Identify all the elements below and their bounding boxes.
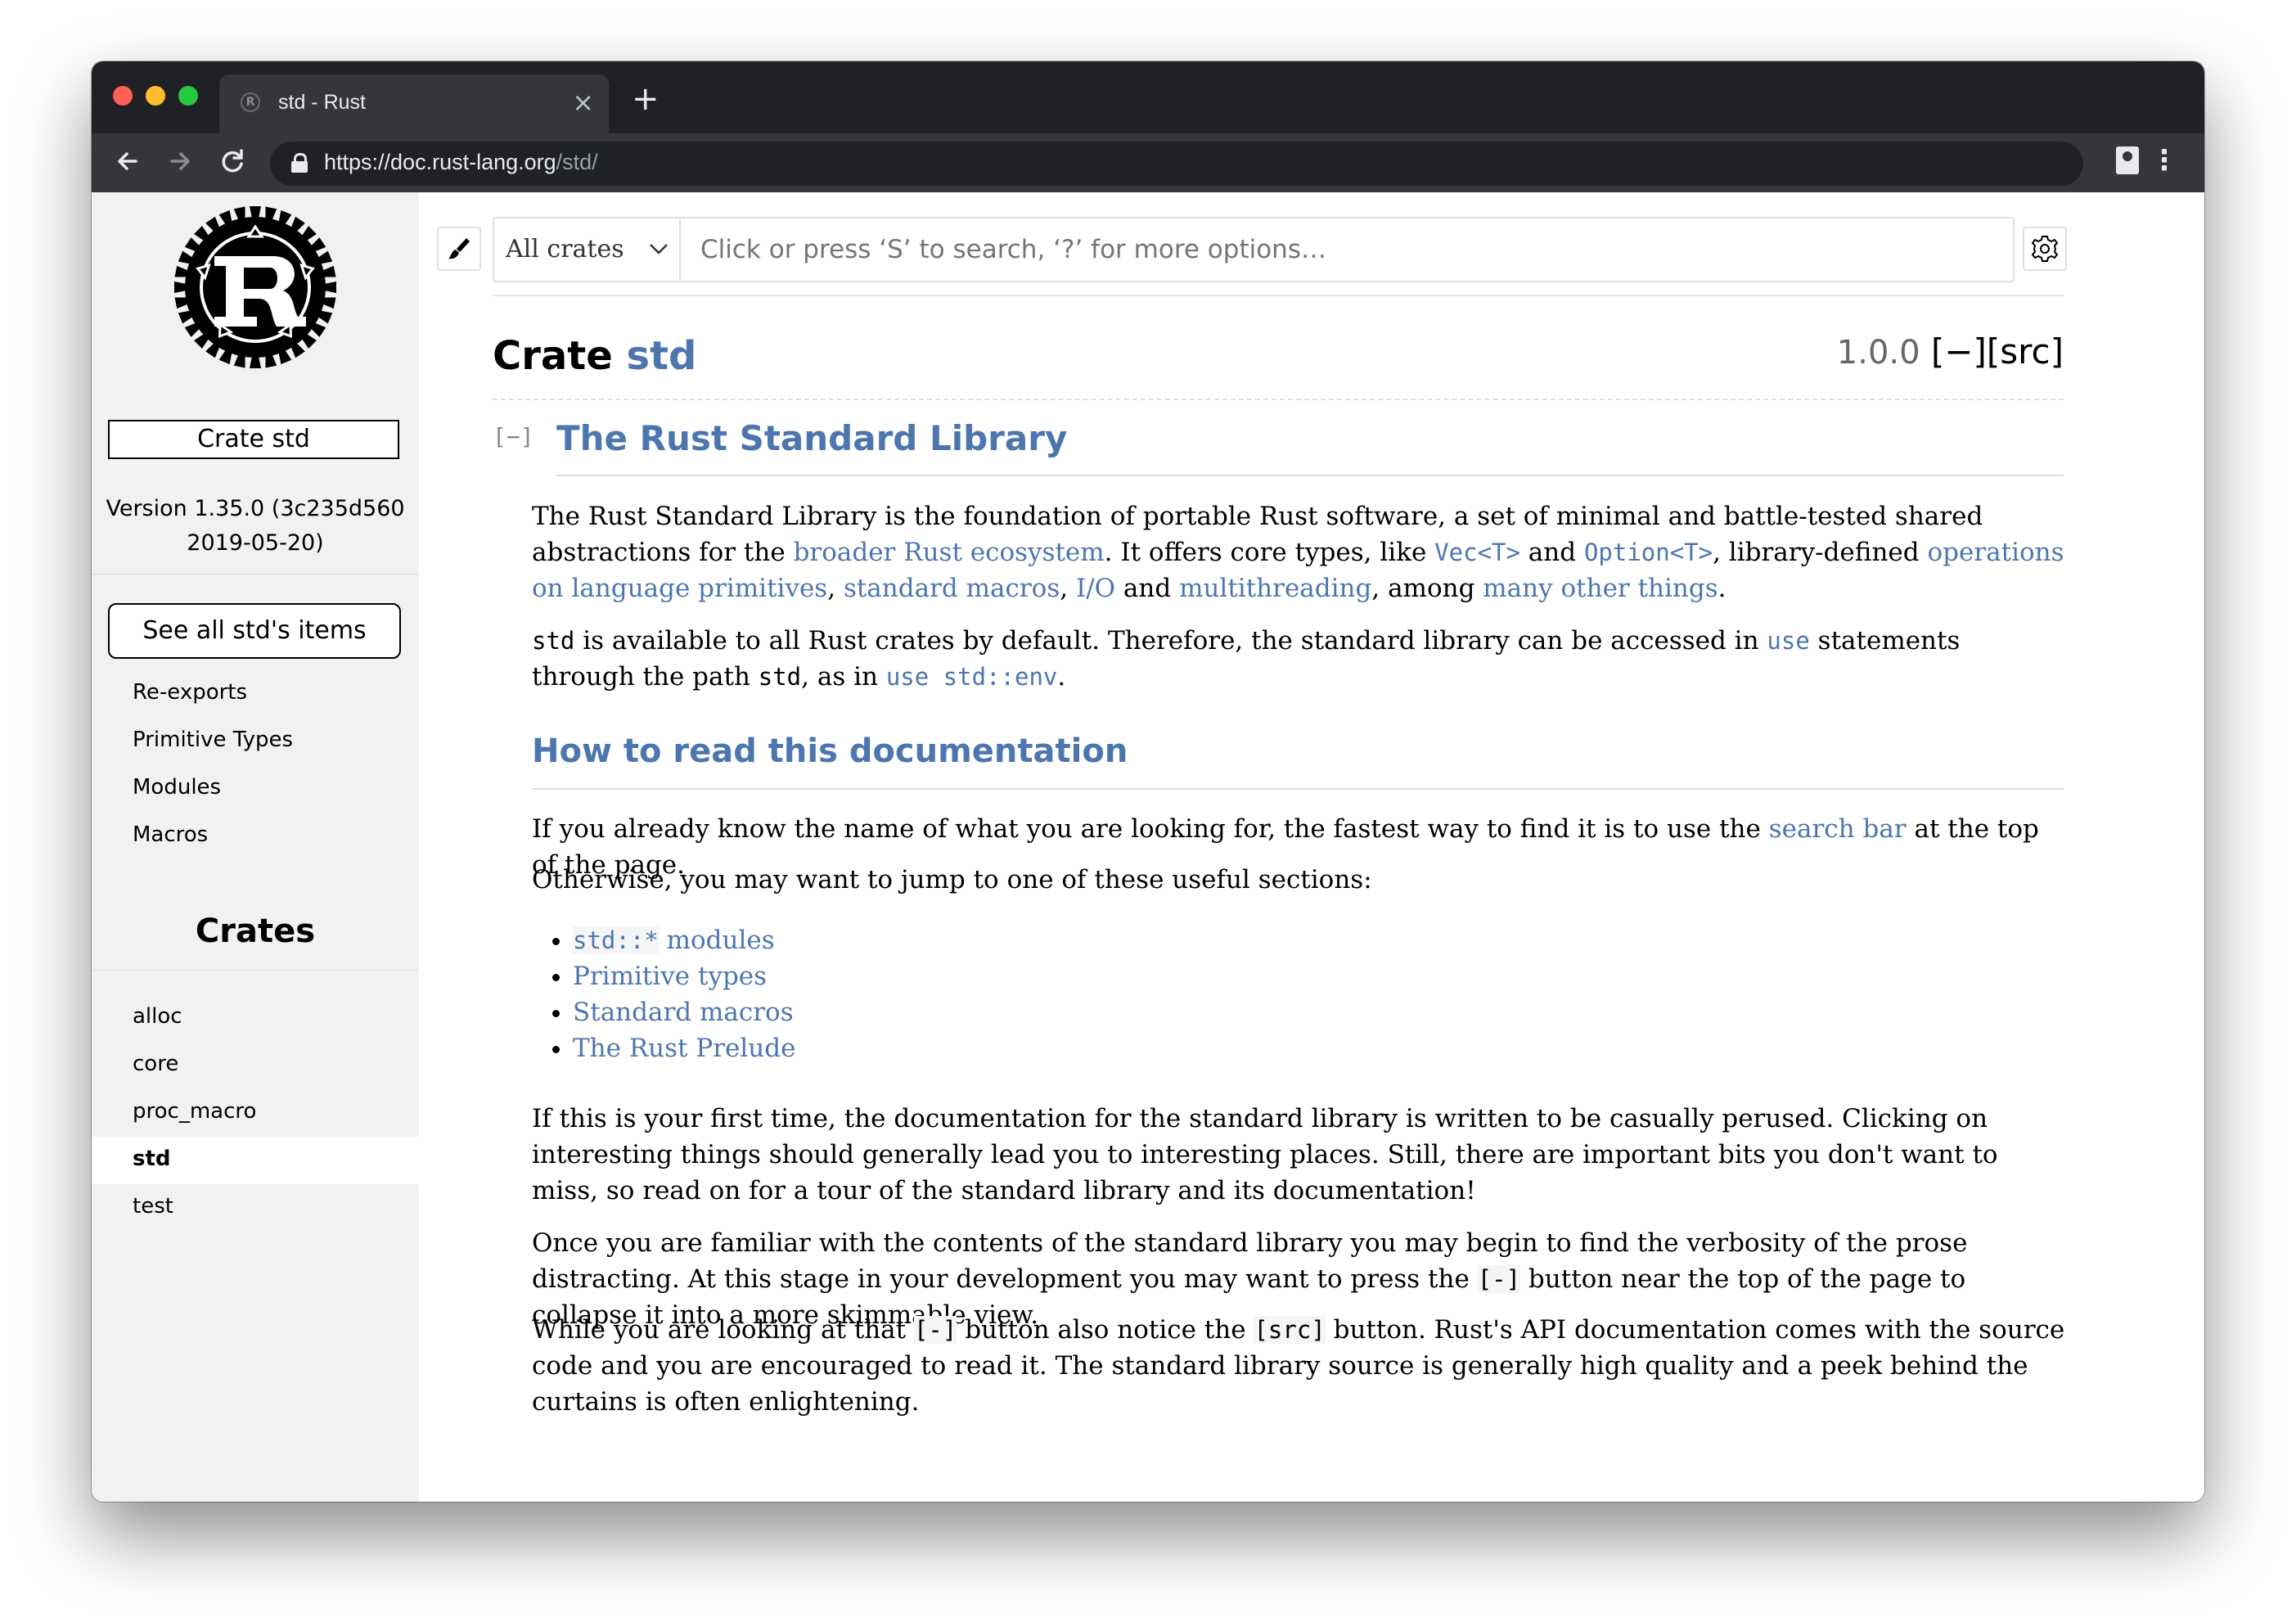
src-link[interactable]: [src] [1987,331,2064,372]
reload-icon[interactable] [216,145,249,178]
sections-intro-paragraph: Otherwise, you may want to jump to one o… [532,865,1372,894]
extension-icon[interactable] [2116,146,2139,174]
maximize-window-button[interactable] [178,86,198,106]
plus-icon[interactable]: + [632,83,660,115]
sidebar: Crate std Version 1.35.0 (3c235d560 2019… [92,192,419,1502]
page-title: Crate std [493,333,697,379]
lock-icon [291,153,308,173]
link-multithreading[interactable]: multithreading [1179,574,1371,603]
useful-sections-list: std::* modules Primitive types Standard … [532,922,795,1066]
link-io[interactable]: I/O [1076,574,1115,603]
minimize-window-button[interactable] [146,86,165,106]
page-content: Crate std Version 1.35.0 (3c235d560 2019… [92,192,2204,1502]
sidebar-item-modules[interactable]: Modules [133,775,221,800]
chevron-down-icon [650,244,668,255]
link-primitive-types[interactable]: Primitive types [573,962,767,991]
crate-item-std[interactable]: std [92,1137,419,1184]
crate-item-test[interactable]: test [92,1184,419,1232]
gear-icon [2031,236,2059,262]
list-item: The Rust Prelude [573,1030,795,1066]
link-std-modules[interactable]: std::* modules [573,926,775,955]
theme-picker-button[interactable] [437,227,481,271]
browser-window: R std - Rust × + https://doc.rust-lang.o… [92,61,2204,1502]
main-content: All crates Crate std [419,192,2204,1502]
link-use-keyword[interactable]: use [1767,627,1809,655]
crate-filter-select[interactable]: All crates [494,219,681,281]
search-divider [493,295,2064,296]
collapse-all-button[interactable]: [−] [1931,331,1987,372]
version-info: Version 1.35.0 (3c235d560 2019-05-20) [106,496,405,556]
browser-toolbar: https://doc.rust-lang.org/std/ ⋮ [92,133,2204,192]
link-standard-macros[interactable]: standard macros [844,574,1060,603]
link-rust-prelude[interactable]: The Rust Prelude [573,1034,795,1063]
heading-how-to-read[interactable]: How to read this documentation [532,732,1128,770]
search-bar: All crates [493,217,2019,282]
doc-title[interactable]: The Rust Standard Library [556,418,1067,458]
url-text: https://doc.rust-lang.org/std/ [324,150,598,174]
heading-divider [532,788,2064,790]
src-tip-paragraph: While you are looking at that [-] button… [532,1315,2065,1417]
sidebar-item-re-exports[interactable]: Re-exports [133,680,247,705]
link-use-std-env[interactable]: use std::env [886,663,1058,691]
sidebar-divider [92,970,419,971]
list-item: std::* modules [573,922,795,958]
settings-button[interactable] [2023,227,2067,271]
sidebar-item-primitive-types[interactable]: Primitive Types [133,728,293,752]
since-version: 1.0.0 [1836,334,1920,372]
crates-heading: Crates [195,912,316,950]
back-arrow-icon[interactable] [111,145,144,178]
link-option[interactable]: Option<T> [1584,538,1713,566]
search-input[interactable] [691,219,2019,281]
list-item: Standard macros [573,994,795,1030]
first-time-paragraph: If this is your first time, the document… [532,1104,1998,1205]
paintbrush-icon [448,238,470,259]
intro-paragraph: The Rust Standard Library is the foundat… [532,502,2064,603]
sidebar-item-macros[interactable]: Macros [133,822,208,847]
collapse-toggle[interactable]: [−] [493,423,534,450]
crate-item-proc-macro[interactable]: proc_macro [92,1089,419,1137]
crate-name-box: Crate std [108,420,399,459]
link-many-other-things[interactable]: many other things [1483,574,1717,603]
browser-tab[interactable]: R std - Rust × [219,74,609,133]
rust-logo-icon[interactable] [173,205,337,369]
close-window-button[interactable] [113,86,133,106]
link-search-bar[interactable]: search bar [1769,814,1907,844]
rust-favicon-icon: R [241,92,260,112]
crate-item-core[interactable]: core [92,1042,419,1089]
link-broader-rust-ecosystem[interactable]: broader Rust ecosystem [794,538,1105,567]
link-standard-macros-section[interactable]: Standard macros [573,998,794,1027]
address-bar[interactable]: https://doc.rust-lang.org/std/ [270,142,2083,186]
tab-bar: R std - Rust × + [92,61,2204,133]
tab-title: std - Rust [278,91,366,114]
crate-name-link[interactable]: std [627,333,697,379]
crate-item-alloc[interactable]: alloc [92,994,419,1042]
header-divider [493,399,2064,400]
see-all-items-button[interactable]: See all std's items [108,603,401,659]
menu-dots-icon[interactable]: ⋮ [2150,142,2178,179]
out-of-band-info: 1.0.0 [−][src] [1837,331,2064,372]
forward-arrow-icon[interactable] [164,145,196,178]
link-vec[interactable]: Vec<T> [1434,538,1520,566]
close-icon[interactable]: × [572,86,594,119]
availability-paragraph: std is available to all Rust crates by d… [532,626,1961,692]
title-divider [556,475,2064,476]
list-item: Primitive types [573,958,795,994]
